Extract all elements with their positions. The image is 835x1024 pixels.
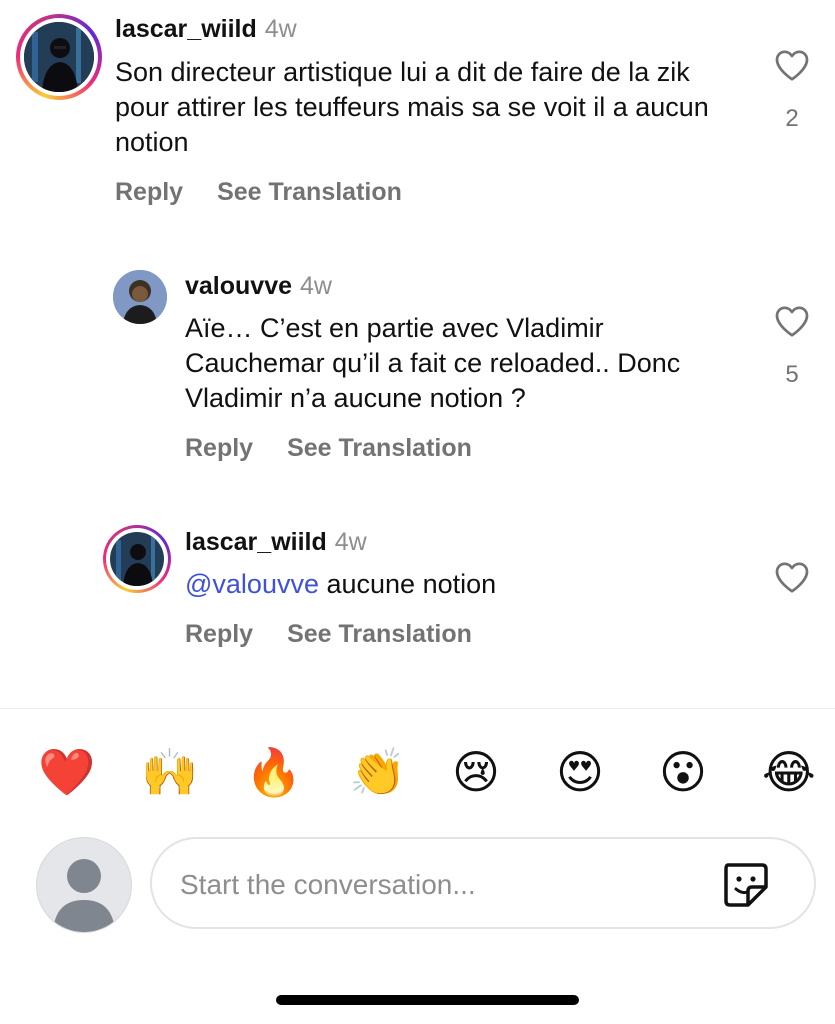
reaction-laughing[interactable]: 😂 [762,742,816,802]
current-user-avatar [36,837,132,933]
see-translation-button[interactable]: See Translation [217,178,402,206]
heart-icon[interactable] [774,560,810,594]
quick-reactions-bar: ❤️ 🙌 🔥 👏 😢 😍 😮 😂 [0,742,835,802]
comment-composer [150,837,816,929]
user-avatar[interactable] [113,270,167,324]
heart-icon[interactable] [774,48,810,82]
comment-timestamp: 4w [300,272,332,300]
see-translation-button[interactable]: See Translation [287,434,472,462]
comment-text: aucune notion [318,569,497,599]
user-avatar[interactable] [16,14,102,100]
comment-username[interactable]: lascar_wiild [115,15,257,43]
reaction-crying[interactable]: 😢 [452,742,500,802]
comment-timestamp: 4w [264,15,297,43]
like-count: 5 [785,361,799,388]
comment-username[interactable]: valouvve [185,272,292,300]
like-count: 2 [785,105,799,132]
comment-text: Son directeur artistique lui a dit de fa… [115,57,709,157]
reaction-clapping[interactable]: 👏 [349,742,406,802]
divider [0,708,835,709]
comment-timestamp: 4w [334,528,367,556]
sticker-icon[interactable] [720,859,770,909]
reaction-raising-hands[interactable]: 🙌 [141,742,198,802]
reaction-heart[interactable]: ❤️ [38,742,95,802]
heart-icon[interactable] [774,304,810,338]
reply-button[interactable]: Reply [115,178,183,206]
reply-button[interactable]: Reply [185,620,253,648]
reaction-fire[interactable]: 🔥 [245,742,302,802]
reaction-heart-eyes[interactable]: 😍 [556,742,604,802]
reaction-surprised[interactable]: 😮 [659,742,707,802]
comment-text: Aïe… C’est en partie avec Vladimir Cauch… [185,313,681,413]
see-translation-button[interactable]: See Translation [287,620,472,648]
home-indicator[interactable] [276,995,579,1005]
user-avatar[interactable] [103,525,171,593]
comment-username[interactable]: lascar_wiild [185,528,327,556]
mention-link[interactable]: @valouvve [185,569,319,599]
comment-input[interactable] [178,861,702,909]
reply-button[interactable]: Reply [185,434,253,462]
